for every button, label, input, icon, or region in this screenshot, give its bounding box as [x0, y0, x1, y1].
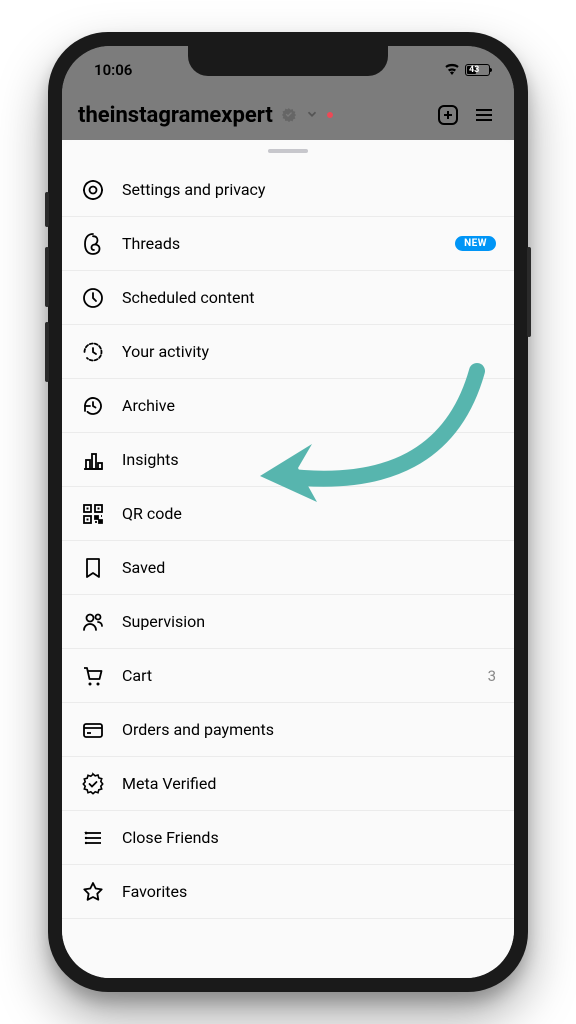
cart-icon — [80, 663, 106, 689]
status-time: 10:06 — [86, 61, 132, 79]
menu-item-settings-and-privacy[interactable]: Settings and privacy — [62, 163, 514, 217]
battery-indicator: 43 — [465, 64, 490, 76]
menu-item-qr-code[interactable]: QR code — [62, 487, 514, 541]
menu-item-scheduled-content[interactable]: Scheduled content — [62, 271, 514, 325]
close-friends-icon — [80, 825, 106, 851]
menu-item-archive[interactable]: Archive — [62, 379, 514, 433]
clock-icon — [80, 285, 106, 311]
menu-item-label: Favorites — [122, 882, 187, 901]
sheet-grabber[interactable] — [268, 149, 308, 153]
gear-icon — [80, 177, 106, 203]
menu-item-label: Your activity — [122, 342, 209, 361]
menu-item-label: Orders and payments — [122, 720, 274, 739]
chevron-down-icon[interactable] — [305, 106, 319, 125]
menu-item-your-activity[interactable]: Your activity — [62, 325, 514, 379]
menu-item-favorites[interactable]: Favorites — [62, 865, 514, 919]
side-button — [527, 247, 531, 337]
username[interactable]: theinstagramexpert — [78, 103, 273, 128]
menu-item-label: Threads — [122, 234, 180, 253]
side-button — [45, 247, 49, 307]
notification-dot — [327, 112, 333, 118]
menu-item-count: 3 — [488, 667, 496, 685]
menu-item-label: Saved — [122, 558, 165, 577]
menu-item-label: QR code — [122, 504, 182, 523]
verified-badge-icon — [281, 107, 297, 123]
phone-frame: 10:06 43 theinstagramexpert — [48, 32, 528, 992]
profile-header: theinstagramexpert — [62, 90, 514, 140]
notch — [188, 46, 388, 76]
menu-item-insights[interactable]: Insights — [62, 433, 514, 487]
activity-icon — [80, 339, 106, 365]
menu-item-saved[interactable]: Saved — [62, 541, 514, 595]
menu-item-label: Settings and privacy — [122, 180, 266, 199]
hamburger-menu-button[interactable] — [470, 101, 498, 129]
phone-screen: 10:06 43 theinstagramexpert — [62, 46, 514, 978]
menu-sheet[interactable]: Settings and privacy Threads NEW Scheduled … — [62, 140, 514, 978]
menu-item-label: Insights — [122, 450, 179, 469]
menu-item-supervision[interactable]: Supervision — [62, 595, 514, 649]
menu-item-label: Supervision — [122, 612, 205, 631]
status-icons: 43 — [444, 61, 490, 79]
wifi-icon — [444, 61, 460, 79]
menu-item-close-friends[interactable]: Close Friends — [62, 811, 514, 865]
menu-item-label: Meta Verified — [122, 774, 216, 793]
side-button — [45, 192, 49, 227]
threads-icon — [80, 231, 106, 257]
new-badge: NEW — [455, 236, 496, 251]
menu-item-label: Close Friends — [122, 828, 219, 847]
supervision-icon — [80, 609, 106, 635]
create-button[interactable] — [434, 101, 462, 129]
card-icon — [80, 717, 106, 743]
insights-icon — [80, 447, 106, 473]
menu-item-label: Archive — [122, 396, 175, 415]
bookmark-icon — [80, 555, 106, 581]
menu-item-cart[interactable]: Cart 3 — [62, 649, 514, 703]
verified-icon — [80, 771, 106, 797]
menu-item-meta-verified[interactable]: Meta Verified — [62, 757, 514, 811]
star-icon — [80, 879, 106, 905]
qr-icon — [80, 501, 106, 527]
side-button — [45, 322, 49, 382]
menu-item-threads[interactable]: Threads NEW — [62, 217, 514, 271]
archive-icon — [80, 393, 106, 419]
menu-item-label: Cart — [122, 666, 152, 685]
menu-list: Settings and privacy Threads NEW Scheduled … — [62, 163, 514, 919]
menu-item-label: Scheduled content — [122, 288, 255, 307]
menu-item-orders-and-payments[interactable]: Orders and payments — [62, 703, 514, 757]
